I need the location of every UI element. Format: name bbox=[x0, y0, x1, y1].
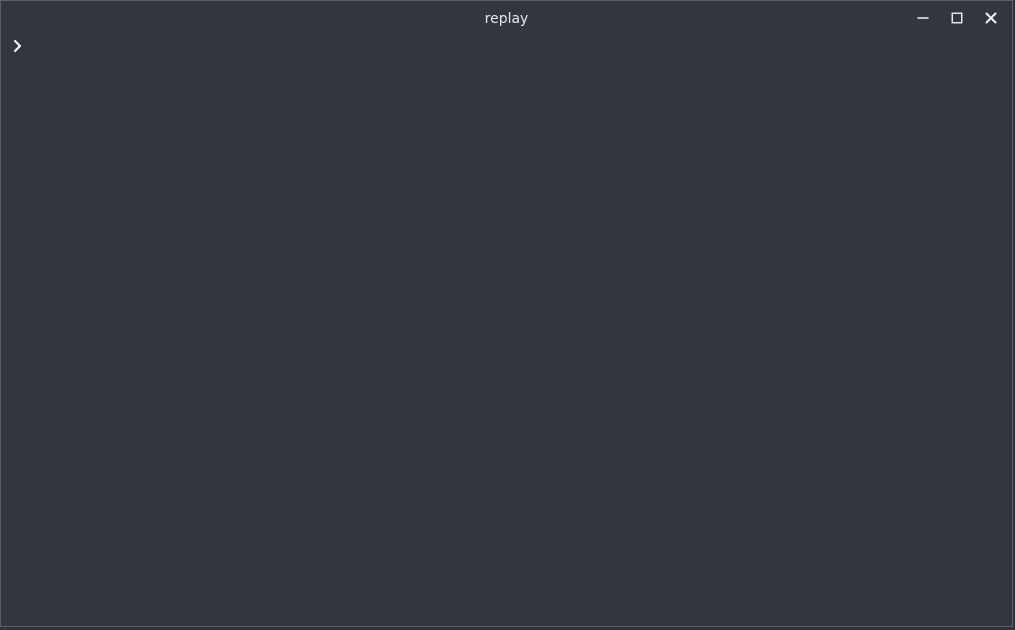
maximize-icon bbox=[951, 12, 963, 24]
window-controls bbox=[906, 7, 1008, 29]
replay-window: replay bbox=[0, 0, 1013, 627]
close-button[interactable] bbox=[974, 7, 1008, 29]
console-area[interactable] bbox=[1, 35, 1012, 626]
window-title: replay bbox=[484, 11, 529, 27]
minimize-icon bbox=[917, 12, 929, 24]
maximize-button[interactable] bbox=[940, 7, 974, 29]
close-icon bbox=[985, 12, 997, 24]
minimize-button[interactable] bbox=[906, 7, 940, 29]
title-bar[interactable]: replay bbox=[1, 1, 1012, 35]
console-input[interactable] bbox=[31, 37, 931, 55]
prompt-line[interactable] bbox=[11, 36, 931, 56]
chevron-right-icon bbox=[11, 37, 25, 55]
